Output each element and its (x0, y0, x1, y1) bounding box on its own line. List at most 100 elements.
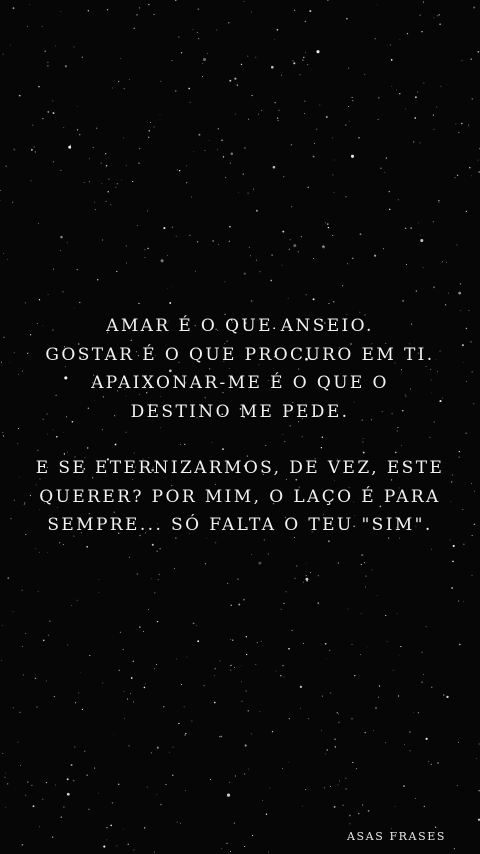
star-dot (63, 806, 65, 808)
star-dot (399, 655, 401, 657)
star-dot (172, 746, 174, 748)
star-dot (404, 227, 407, 229)
star-dot (22, 674, 24, 676)
star-dot (106, 839, 108, 841)
star-dot (251, 835, 254, 837)
star-dot (278, 109, 280, 111)
star-dot (337, 562, 340, 564)
star-dot (326, 749, 328, 751)
star-dot (115, 186, 117, 188)
star-dot (375, 707, 377, 709)
star-dot (1, 659, 3, 661)
star-dot (175, 235, 177, 237)
star-dot (81, 56, 83, 58)
star-dot (409, 731, 411, 733)
star-dot (327, 0, 329, 1)
star-dot (136, 14, 138, 16)
star-dot (76, 599, 78, 601)
star-dot (242, 173, 244, 175)
star-dot (435, 826, 437, 828)
star-dot (324, 642, 327, 645)
watermark-text: ASAS FRASES (346, 830, 446, 843)
star-dot (206, 52, 208, 54)
star-dot (319, 104, 321, 106)
star-dot (354, 675, 356, 677)
star-dot (191, 196, 192, 198)
star-dot (477, 159, 479, 161)
star-dot (304, 20, 307, 23)
star-dot (448, 292, 450, 294)
star-dot (197, 37, 200, 40)
star-dot (417, 222, 419, 224)
star-dot (385, 742, 387, 744)
star-dot (280, 608, 282, 611)
star-dot (229, 162, 231, 164)
star-dot (421, 31, 423, 33)
star-dot (336, 712, 338, 714)
star-dot (157, 579, 159, 581)
star-dot (364, 731, 366, 734)
star-dot (71, 605, 73, 607)
star-dot (419, 234, 421, 236)
star-dot (282, 767, 284, 769)
star-dot (171, 60, 173, 61)
star-dot (436, 106, 438, 108)
star-dot (83, 182, 85, 184)
star-dot (12, 7, 15, 10)
star-dot (321, 695, 323, 697)
star-dot (230, 851, 232, 852)
star-dot (234, 666, 236, 668)
star-dot (66, 778, 69, 781)
star-dot (378, 97, 380, 99)
star-dot (188, 87, 191, 90)
star-dot (471, 175, 472, 177)
star-dot (88, 158, 90, 160)
star-dot (178, 170, 181, 172)
star-dot (293, 62, 296, 65)
star-dot (116, 183, 118, 185)
star-dot (136, 573, 139, 575)
star-dot (3, 252, 4, 254)
wallpaper-canvas: AMAR É O QUE ANSEIO. GOSTAR É O QUE PROC… (0, 0, 480, 854)
star-dot (204, 150, 206, 151)
star-dot (358, 812, 360, 815)
star-dot (290, 144, 293, 146)
star-dot (364, 73, 366, 75)
star-dot (130, 677, 133, 679)
star-dot (385, 614, 387, 617)
star-dot (444, 304, 447, 306)
star-dot (154, 592, 156, 594)
star-dot (360, 563, 362, 566)
star-dot (332, 174, 334, 176)
star-dot (327, 540, 330, 543)
star-dot (323, 787, 326, 789)
star-dot (287, 297, 289, 299)
star-dot (55, 45, 57, 47)
star-dot (112, 87, 113, 89)
star-dot (156, 793, 158, 795)
star-dot (31, 784, 33, 787)
star-dot (47, 65, 49, 67)
star-dot (345, 777, 347, 779)
star-dot (313, 257, 315, 260)
star-dot (348, 106, 350, 107)
star-dot (133, 849, 135, 851)
star-dot (421, 651, 423, 653)
star-dot (160, 259, 164, 263)
star-dot (288, 248, 290, 250)
star-dot (451, 587, 453, 589)
star-dot (121, 179, 123, 181)
star-dot (461, 60, 463, 62)
star-dot (215, 542, 217, 544)
star-dot (214, 667, 217, 670)
star-dot (47, 110, 50, 113)
star-dot (72, 779, 75, 782)
star-dot (110, 824, 113, 827)
star-dot (431, 548, 432, 550)
star-dot (93, 201, 96, 203)
star-dot (399, 93, 401, 95)
star-dot (432, 114, 434, 116)
star-dot (288, 647, 290, 650)
star-dot (439, 23, 441, 26)
star-dot (308, 718, 310, 720)
